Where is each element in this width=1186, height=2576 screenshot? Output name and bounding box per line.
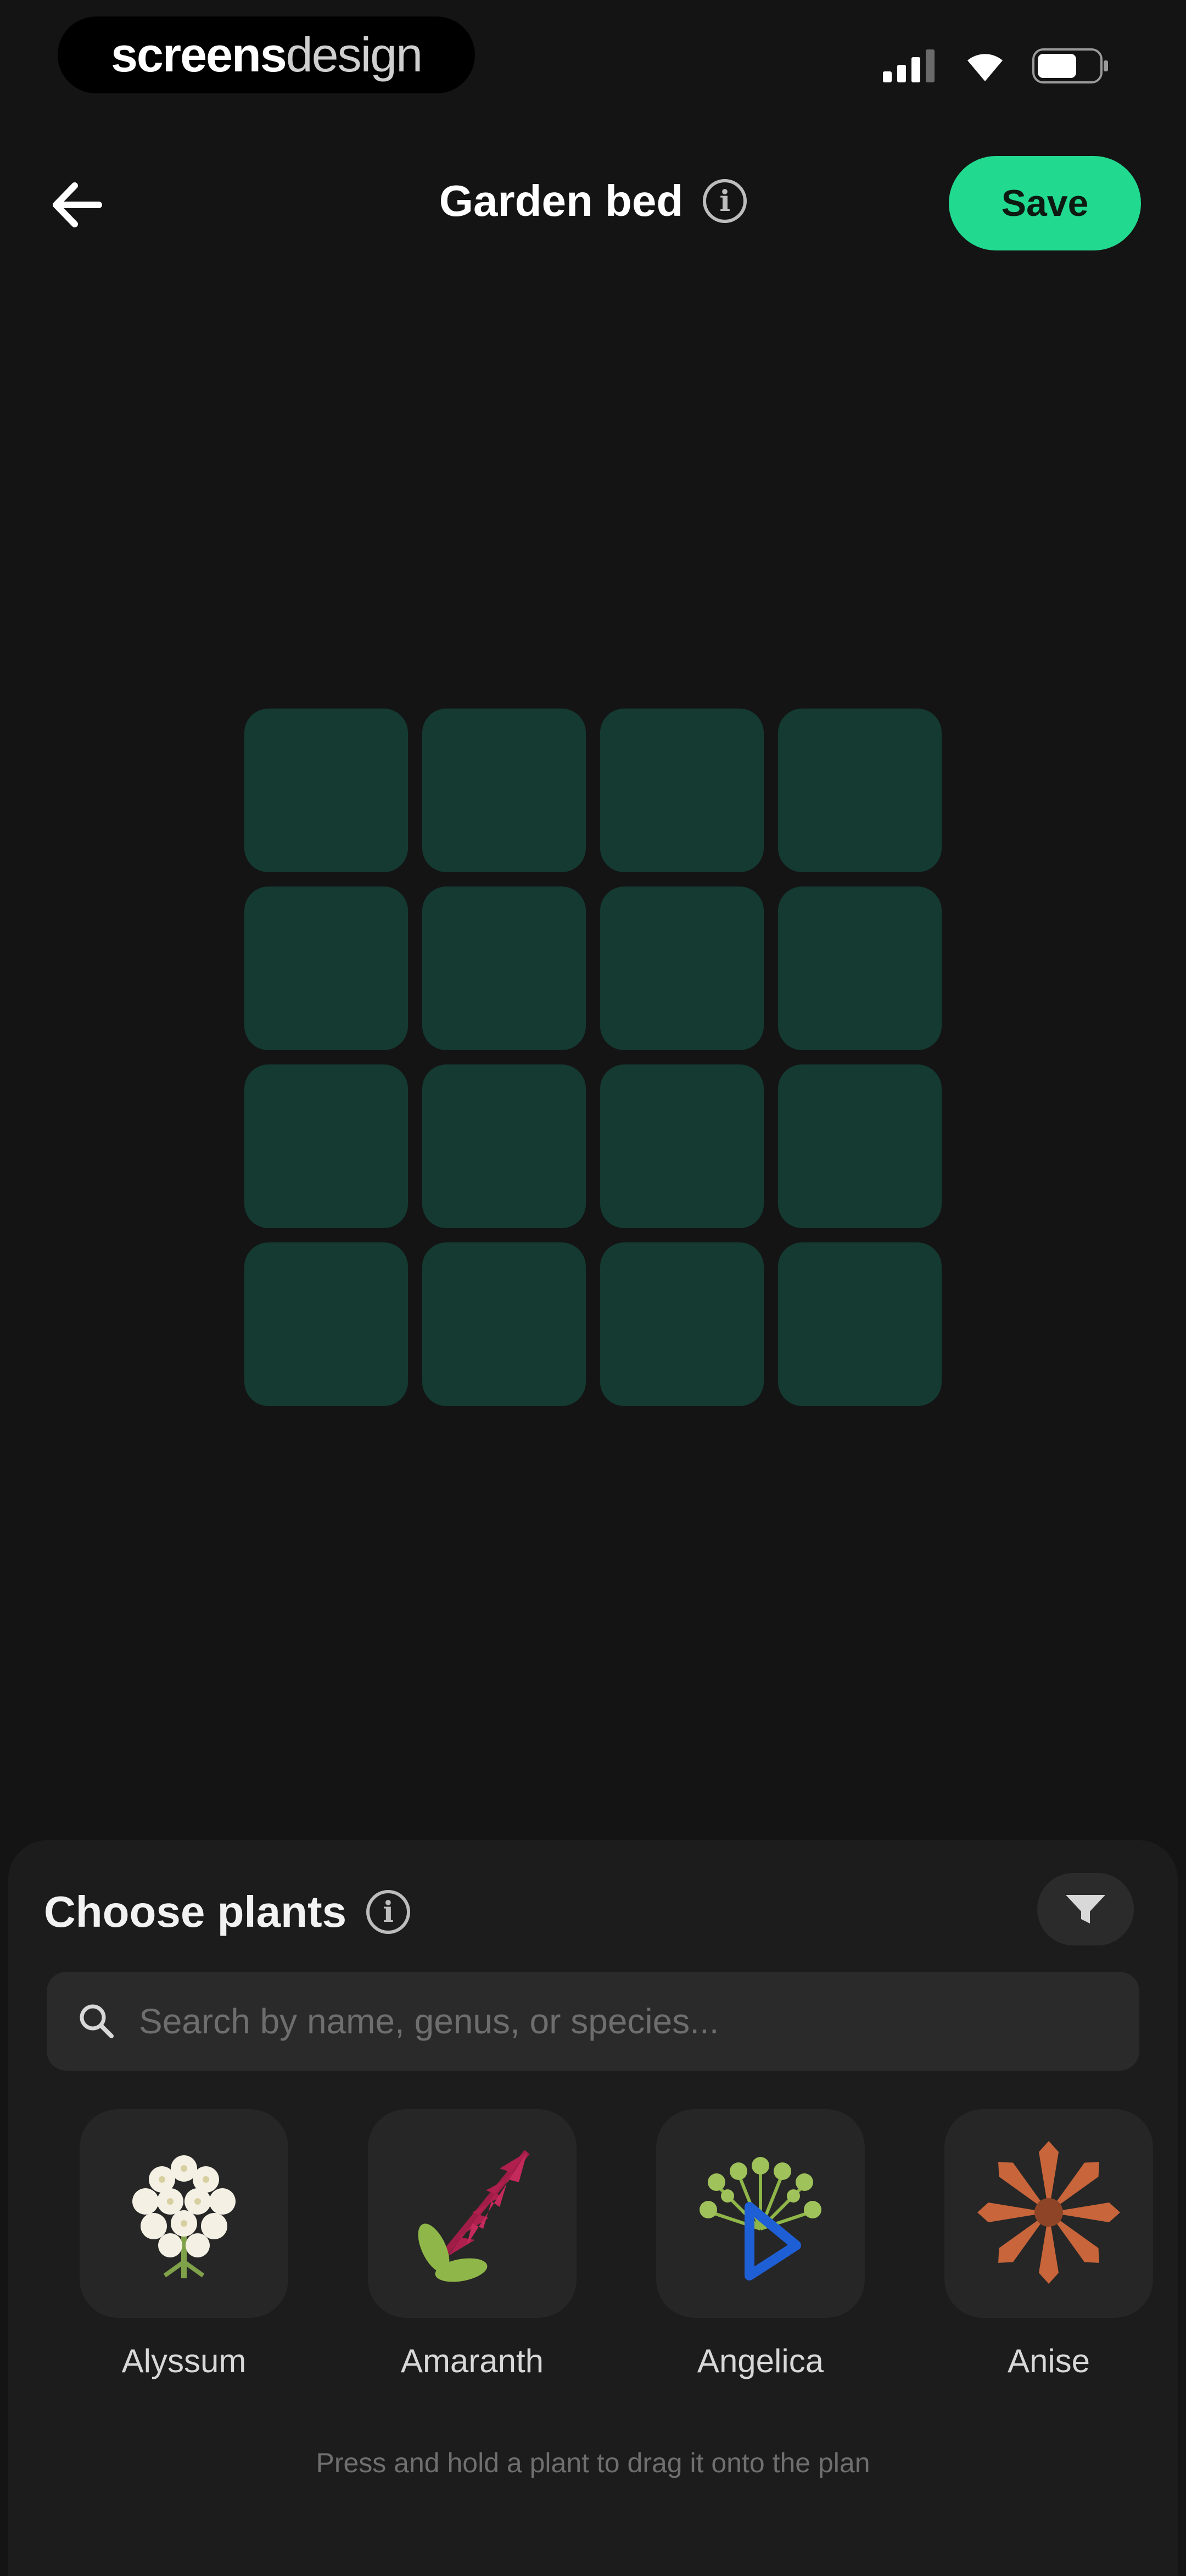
grid-cell[interactable] <box>422 886 586 1050</box>
search-input[interactable] <box>138 2000 1106 2042</box>
grid-cell[interactable] <box>422 709 586 872</box>
plant-name: Angelica <box>697 2343 824 2379</box>
plant-thumb[interactable] <box>944 2109 1153 2318</box>
grid-cell[interactable] <box>600 709 764 872</box>
plant-name: Anise <box>1007 2343 1090 2379</box>
grid-cell[interactable] <box>600 1242 764 1406</box>
plant-list[interactable]: Alyssum Amaranth Angelica Anise <box>80 2109 1186 2395</box>
filter-button[interactable] <box>1037 1873 1134 1945</box>
grid-cell[interactable] <box>600 1064 764 1228</box>
sheet-header: Choose plants i <box>44 1887 411 1937</box>
brand-logo: screens design <box>58 16 475 93</box>
grid-cell[interactable] <box>422 1064 586 1228</box>
grid-cell[interactable] <box>600 886 764 1050</box>
status-bar: screens design <box>0 0 1186 121</box>
grid-cell[interactable] <box>244 886 408 1050</box>
header: Garden bed i Save <box>0 143 1186 264</box>
plant-item-alyssum[interactable]: Alyssum <box>80 2109 288 2395</box>
grid-cell[interactable] <box>778 1242 942 1406</box>
plant-item-angelica[interactable]: Angelica <box>656 2109 865 2395</box>
garden-bed-grid <box>244 709 942 1406</box>
info-icon[interactable]: i <box>703 179 747 223</box>
plant-thumb[interactable] <box>368 2109 577 2318</box>
grid-cell[interactable] <box>244 1064 408 1228</box>
grid-cell[interactable] <box>778 1064 942 1228</box>
sheet-title: Choose plants <box>44 1887 347 1936</box>
info-icon[interactable]: i <box>366 1890 411 1934</box>
angelica-icon <box>678 2130 843 2298</box>
amaranth-icon <box>390 2130 555 2298</box>
search-icon <box>72 1997 121 2046</box>
drag-hint-text: Press and hold a plant to drag it onto t… <box>316 2447 870 2478</box>
plant-thumb[interactable] <box>656 2109 865 2318</box>
plant-thumb[interactable] <box>80 2109 288 2318</box>
plant-name: Alyssum <box>121 2343 247 2379</box>
grid-cell[interactable] <box>422 1242 586 1406</box>
battery-icon <box>1032 48 1109 86</box>
wifi-icon <box>963 49 1007 85</box>
status-icons <box>883 48 1109 86</box>
alyssum-icon <box>102 2130 266 2298</box>
brand-text-part1: screens <box>110 27 287 82</box>
choose-plants-sheet: Choose plants i Search by name, genus, o… <box>8 1840 1178 2576</box>
filter-icon <box>1064 1891 1107 1928</box>
grid-cell[interactable] <box>244 1242 408 1406</box>
save-button[interactable]: Save <box>949 156 1141 250</box>
page-title: Garden bed <box>439 176 684 225</box>
signal-icon <box>883 49 938 85</box>
grid-cell[interactable] <box>778 709 942 872</box>
grid-cell[interactable] <box>778 886 942 1050</box>
plant-item-anise[interactable]: Anise <box>944 2109 1153 2395</box>
brand-text-part2: design <box>286 27 423 82</box>
grid-cell[interactable] <box>244 709 408 872</box>
plant-item-amaranth[interactable]: Amaranth <box>368 2109 577 2395</box>
anise-icon <box>966 2130 1131 2298</box>
plant-name: Amaranth <box>400 2343 544 2379</box>
search-bar[interactable] <box>47 1972 1139 2071</box>
